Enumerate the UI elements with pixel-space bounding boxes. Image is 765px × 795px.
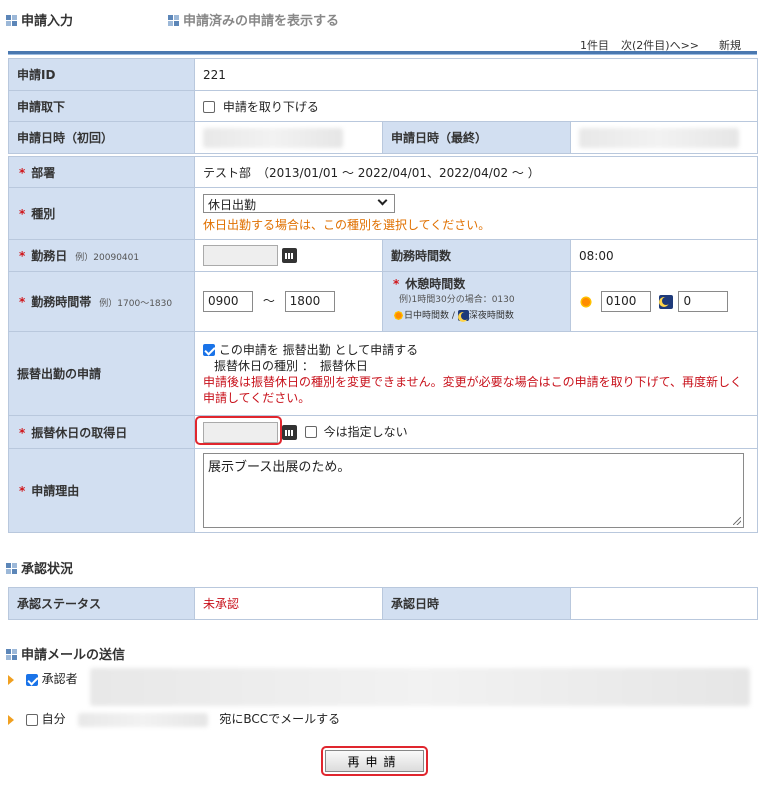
grid-icon xyxy=(6,15,17,26)
grid-icon xyxy=(168,15,179,26)
approval-status-value: 未承認 xyxy=(194,587,383,620)
substitute-warning: 申請後は振替休日の種別を変更できません。変更が必要な場合はこの申請を取り下げて、… xyxy=(203,374,743,405)
chevron-down-icon xyxy=(377,195,388,206)
mail-section-title: 申請メールの送信 xyxy=(6,644,125,663)
resize-handle-icon[interactable] xyxy=(733,517,741,525)
date-last-label: 申請日時（最終） xyxy=(382,121,571,154)
withdraw-checkbox[interactable] xyxy=(203,101,215,113)
reason-textarea[interactable]: 展示ブース出展のため。 xyxy=(203,453,744,528)
calendar-icon[interactable] xyxy=(282,424,297,440)
workday-input[interactable] xyxy=(203,245,278,266)
withdraw-checkbox-label: 申請を取り下げる xyxy=(222,99,319,114)
resubmit-button[interactable]: 再申請 xyxy=(325,750,424,772)
grid-icon xyxy=(6,649,17,660)
reason-label: * 申請理由 xyxy=(8,448,195,533)
dept-value: テスト部 （2013/01/01 ～ 2022/04/01、2022/04/02… xyxy=(194,156,758,188)
substitute-label: 振替出勤の申請 xyxy=(8,331,195,416)
type-label: * 種別 xyxy=(8,187,195,240)
date-first-label: 申請日時（初回） xyxy=(8,121,195,154)
hours-label: 勤務時間数 xyxy=(382,239,571,272)
date-first-value xyxy=(203,127,343,148)
unspecified-label: 今は指定しない xyxy=(323,424,408,439)
basic-info-table: 申請ID 221 申請取下 申請を取り下げる 申請日時（初回） 申請日時（最終） xyxy=(8,58,759,154)
id-label: 申請ID xyxy=(8,58,195,91)
approval-section-title: 承認状況 xyxy=(6,558,73,577)
substitute-checkbox[interactable] xyxy=(203,344,215,356)
id-value: 221 xyxy=(193,58,759,91)
approver-checkbox[interactable] xyxy=(25,673,38,686)
workday-label: * 勤務日 例）20090401 xyxy=(8,239,195,272)
moon-icon xyxy=(457,310,469,321)
sun-icon xyxy=(579,294,593,309)
grid-icon xyxy=(6,563,17,574)
day-break-input[interactable]: 0100 xyxy=(600,291,651,312)
self-row: 自分 宛にBCCでメールする xyxy=(8,710,340,727)
moon-icon xyxy=(658,294,673,309)
approval-table: 承認ステータス 未承認 承認日時 xyxy=(8,587,758,620)
unspecified-checkbox[interactable] xyxy=(304,426,317,438)
type-select[interactable]: 休日出勤 xyxy=(203,194,395,213)
timeband-label: * 勤務時間帯 例）1700～1830 xyxy=(8,271,195,332)
night-break-input[interactable]: 0 xyxy=(678,291,729,312)
time-to-input[interactable]: 1800 xyxy=(284,291,335,312)
time-from-input[interactable]: 0900 xyxy=(203,291,253,312)
approver-row: 承認者 xyxy=(8,668,758,706)
date-last-value xyxy=(579,127,739,148)
withdraw-label: 申請取下 xyxy=(8,90,195,122)
break-label: * 休憩時間数 例)1時間30分の場合：0130 日中時間数 / 深夜時間数 xyxy=(382,271,571,332)
approval-date-label: 承認日時 xyxy=(382,587,571,620)
arrow-right-icon xyxy=(8,674,14,685)
request-form-table: * 部署 テスト部 （2013/01/01 ～ 2022/04/01、2022/04… xyxy=(8,156,758,533)
calendar-icon[interactable] xyxy=(282,248,297,263)
tab-application-input[interactable]: 申請入力 xyxy=(6,10,73,29)
approval-status-label: 承認ステータス xyxy=(8,587,195,620)
hours-value: 08:00 xyxy=(570,239,758,272)
type-note: 休日出勤する場合は、この種別を選択してください。 xyxy=(203,218,491,232)
dept-label: * 部署 xyxy=(8,156,195,188)
arrow-right-icon xyxy=(8,714,14,725)
sun-icon xyxy=(393,310,404,321)
approver-addresses xyxy=(90,668,750,706)
self-checkbox[interactable] xyxy=(25,713,38,726)
holiday-date-label: * 振替休日の取得日 xyxy=(8,415,195,449)
substitute-type: 振替休日の種別 ： 振替休日 xyxy=(214,358,368,373)
self-address xyxy=(77,712,208,727)
holiday-date-highlight xyxy=(195,416,282,445)
header-divider xyxy=(8,51,757,55)
substitute-checkbox-label: この申請を 振替出勤 として申請する xyxy=(218,342,419,357)
approval-date-value xyxy=(570,587,758,620)
tab-submitted-list[interactable]: 申請済みの申請を表示する xyxy=(168,10,339,29)
